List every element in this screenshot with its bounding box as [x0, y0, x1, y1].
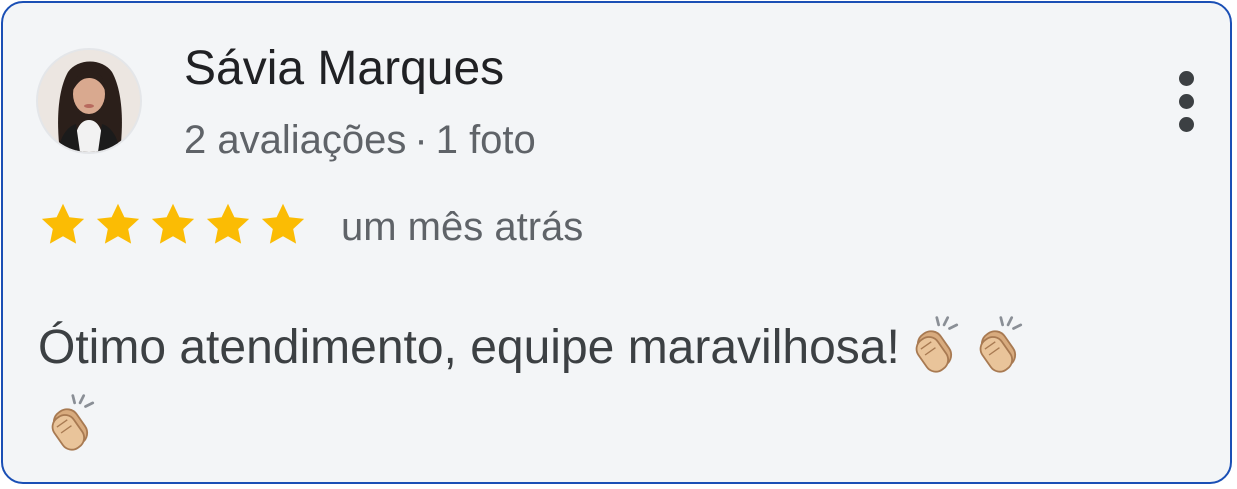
star-icon [92, 199, 144, 251]
review-date: um mês atrás [341, 205, 584, 249]
reviewer-meta: 2 avaliações · 1 foto [184, 116, 536, 164]
reviews-count: 2 avaliações [184, 118, 407, 162]
avatar[interactable] [36, 48, 142, 154]
reviewer-name[interactable]: Sávia Marques [184, 41, 504, 97]
photos-count: 1 foto [435, 118, 536, 162]
review-card: Sávia Marques 2 avaliações · 1 foto um mês… [1, 1, 1232, 484]
clapping-hands-icon [42, 391, 100, 451]
meta-separator: · [414, 118, 428, 162]
review-body: Ótimo atendimento, equipe maravilhosa! [38, 309, 1208, 465]
star-icon [147, 199, 199, 251]
clapping-hands-icon [906, 313, 964, 373]
star-rating [37, 199, 309, 251]
star-icon [257, 199, 309, 251]
clapping-hands-icon [970, 313, 1028, 373]
more-options-button[interactable] [1167, 67, 1207, 137]
star-icon [202, 199, 254, 251]
profile-photo-icon [38, 50, 140, 152]
star-icon [37, 199, 89, 251]
review-text: Ótimo atendimento, equipe maravilhosa! [38, 321, 900, 374]
